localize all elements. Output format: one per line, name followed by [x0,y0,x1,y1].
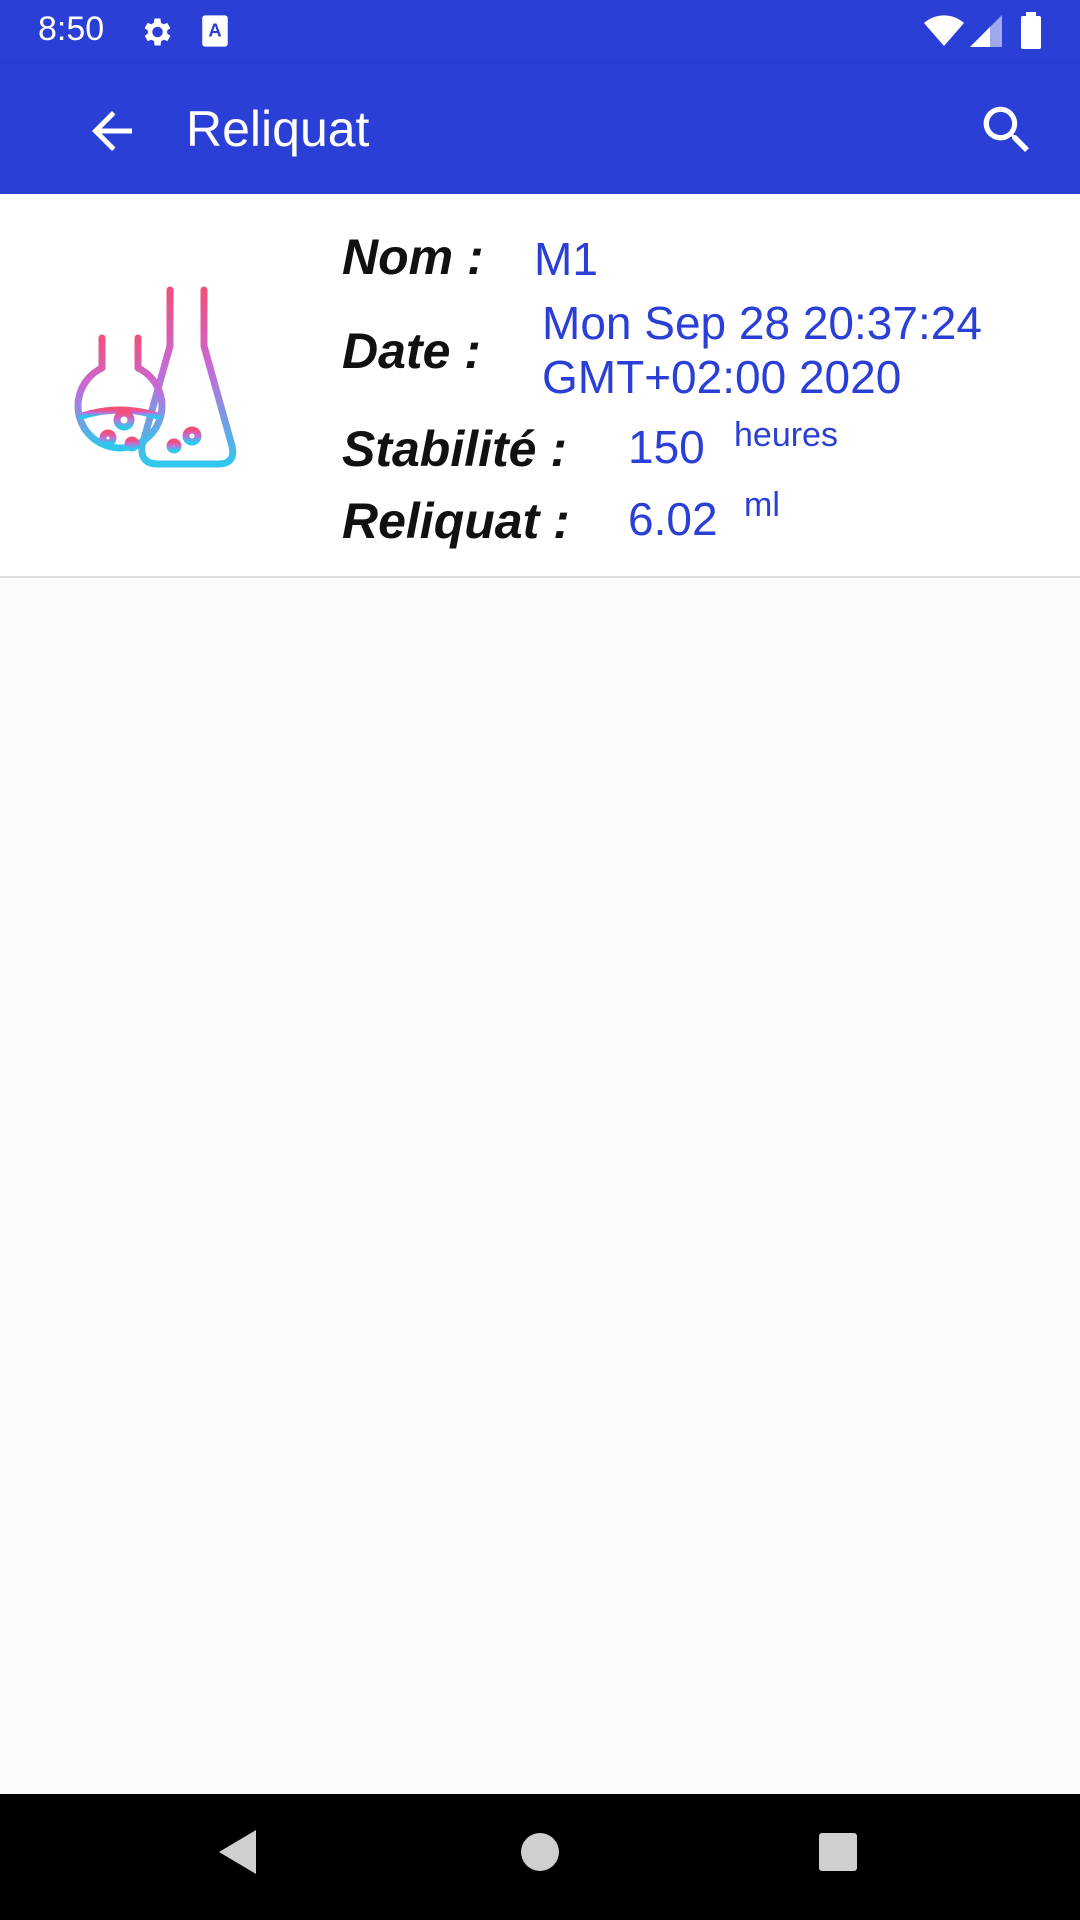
back-triangle-icon[interactable] [216,1828,260,1876]
reliquat-unit: ml [744,486,780,524]
lab-flasks-icon [74,286,237,468]
stabilite-label: Stabilité : [342,421,568,477]
page-title: Reliquat [186,101,370,157]
text-a-icon: A [202,15,228,47]
nom-label: Nom : [342,229,484,285]
recents-square-icon[interactable] [816,1828,860,1876]
app-bar: Reliquat [0,63,1080,194]
reliquat-value: 6.02 [628,493,718,545]
gear-icon [144,18,171,46]
home-circle-icon[interactable] [520,1828,560,1876]
status-time: 8:50 [38,10,105,48]
stabilite-value: 150 [628,421,705,473]
status-bar: 8:50 A [0,0,1080,63]
svg-text:A: A [208,20,221,41]
date-value-line1: Mon Sep 28 20:37:24 [542,297,982,349]
nom-value: M1 [534,233,598,285]
arrow-left-icon[interactable] [82,101,142,161]
signal-icon [970,15,1002,47]
stabilite-unit: heures [734,416,838,454]
wifi-icon [924,15,964,46]
search-icon[interactable] [976,99,1038,161]
navigation-bar [0,1794,1080,1920]
battery-icon [1021,12,1041,49]
date-value-line2: GMT+02:00 2020 [542,351,902,403]
reliquat-label: Reliquat : [342,493,570,549]
reliquat-list-item[interactable]: Nom : M1 Date : Mon Sep 28 20:37:24 GMT+… [0,194,1080,578]
date-label: Date : [342,323,481,379]
